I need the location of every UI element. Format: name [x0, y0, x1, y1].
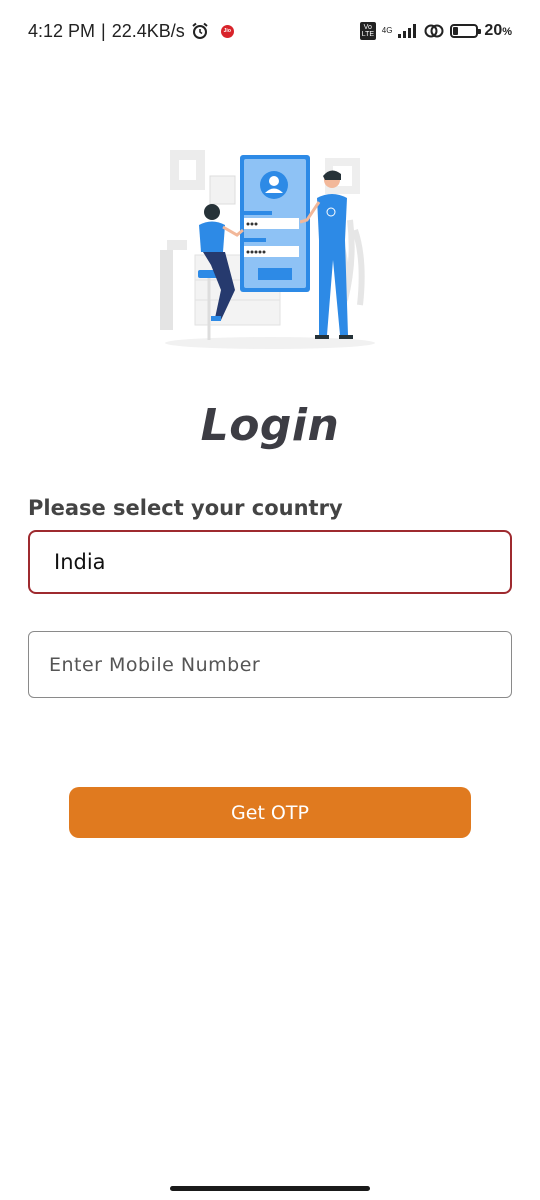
battery-fill [453, 27, 459, 35]
country-select-value: India [54, 550, 106, 574]
network-type-icon: 4G [382, 27, 393, 35]
status-bar: 4:12 PM | 22.4KB/s Jio Vo LTE 4G 20% [0, 0, 540, 62]
status-bar-right: Vo LTE 4G 20% [359, 22, 512, 40]
battery-icon [450, 24, 482, 38]
network-type-label: 4G [381, 26, 393, 35]
status-separator: | [101, 20, 106, 41]
country-label: Please select your country [28, 496, 343, 520]
battery-percent: 20% [484, 22, 512, 40]
signal-icon [398, 24, 418, 38]
get-otp-button[interactable]: Get OTP [69, 787, 471, 838]
status-bar-left: 4:12 PM | 22.4KB/s Jio [28, 21, 234, 42]
country-select[interactable]: India [28, 530, 512, 594]
mobile-number-input[interactable] [28, 631, 512, 698]
battery-percent-value: 20 [484, 22, 503, 39]
page-title: Login [200, 400, 340, 451]
status-network-speed: 22.4KB/s [111, 20, 185, 41]
login-screen: 4:12 PM | 22.4KB/s Jio Vo LTE 4G 20% Log… [0, 0, 540, 1200]
hotspot-link-icon [424, 23, 444, 39]
login-illustration [155, 140, 385, 355]
home-indicator[interactable] [170, 1186, 370, 1191]
battery-percent-suffix: % [502, 26, 512, 38]
volte-icon: Vo LTE [359, 22, 376, 40]
jio-icon: Jio [220, 24, 234, 38]
alarm-icon [191, 22, 209, 40]
status-time: 4:12 PM [28, 20, 96, 41]
